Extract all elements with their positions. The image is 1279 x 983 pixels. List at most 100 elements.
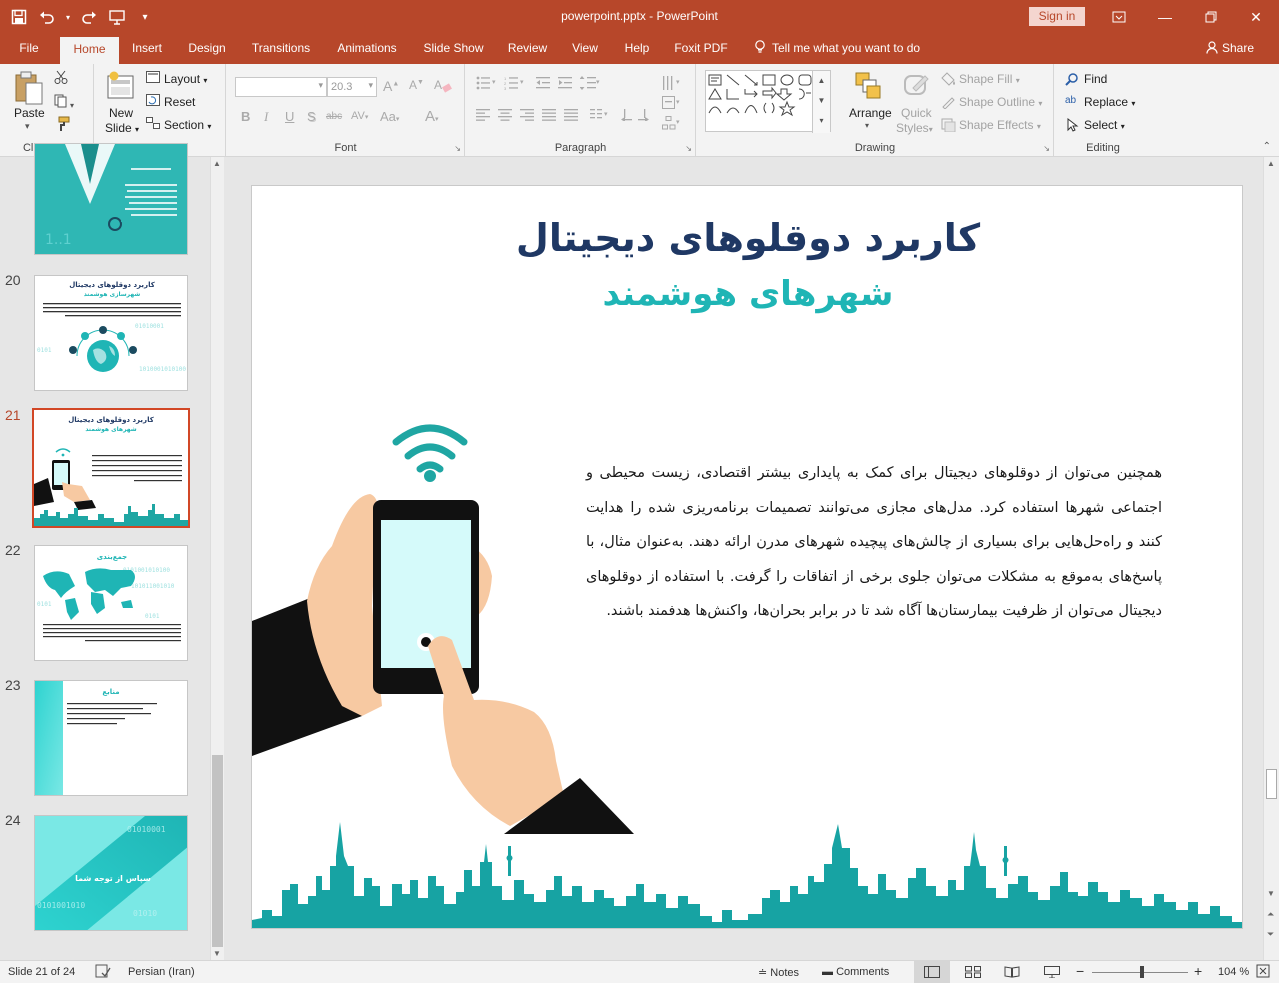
scroll-down-icon[interactable]: ▼	[213, 949, 221, 958]
slide-show-icon[interactable]	[1044, 966, 1060, 981]
thumbnails-scrollbar-thumb[interactable]	[212, 755, 223, 947]
increase-font-size-icon[interactable]: A▲	[383, 78, 399, 94]
arrange-button[interactable]: Arrange	[849, 106, 892, 120]
paste-button[interactable]: Paste	[14, 106, 45, 120]
text-shadow-icon[interactable]: S	[307, 109, 316, 124]
previous-slide-icon[interactable]: ⏶	[1267, 909, 1274, 920]
tab-slide-show[interactable]: Slide Show	[416, 34, 491, 64]
thumbnail-slide-22[interactable]: جمع‌بندی 0101001010100 101011001010 0101 01…	[34, 545, 188, 661]
distributed-icon[interactable]	[564, 109, 578, 124]
rtl-icon[interactable]	[618, 109, 632, 124]
align-center-icon[interactable]	[498, 109, 512, 124]
tab-review[interactable]: Review	[500, 34, 555, 64]
reset-button[interactable]: Reset	[164, 95, 195, 109]
replace-button[interactable]: Replace ▾	[1084, 95, 1135, 109]
italic-icon[interactable]: I	[264, 109, 268, 125]
tab-animations[interactable]: Animations	[328, 34, 406, 64]
strikethrough-icon[interactable]: abc	[326, 111, 342, 122]
tab-design[interactable]: Design	[182, 34, 232, 64]
shape-fill-button[interactable]: Shape Fill ▾	[959, 72, 1020, 86]
tell-me-search[interactable]: Tell me what you want to do	[754, 34, 920, 64]
find-icon[interactable]	[1065, 72, 1079, 89]
slide-scrollbar[interactable]: ▲ ▼ ⏶ ⏷	[1263, 157, 1279, 960]
scroll-up-icon[interactable]: ▲	[213, 159, 221, 168]
tab-foxit-pdf[interactable]: Foxit PDF	[668, 34, 734, 64]
section-icon[interactable]	[146, 117, 160, 132]
thumbnail-slide-23[interactable]: منابع	[34, 680, 188, 796]
align-right-icon[interactable]	[520, 109, 534, 124]
font-name-combobox[interactable]: ▾	[235, 77, 327, 97]
numbering-icon[interactable]: 1 2 3 ▾	[504, 76, 526, 93]
justify-icon[interactable]	[542, 109, 556, 124]
tab-help[interactable]: Help	[616, 34, 658, 64]
slide-subtitle[interactable]: شهرهای هوشمند	[252, 274, 1242, 314]
zoom-in-icon[interactable]: +	[1194, 963, 1202, 979]
thumbnail-slide-19[interactable]: 1..1	[34, 143, 188, 255]
shape-outline-button[interactable]: Shape Outline ▾	[959, 95, 1042, 109]
tab-file[interactable]: File	[8, 34, 50, 64]
notes-button[interactable]: ≐ Notes	[758, 966, 799, 979]
tab-home[interactable]: Home	[60, 37, 119, 64]
line-spacing-icon[interactable]: ▾	[579, 76, 602, 93]
font-color-icon[interactable]: A▾	[425, 108, 439, 125]
thumbnails-scrollbar[interactable]: ▲ ▼	[210, 157, 224, 960]
decrease-indent-icon[interactable]	[536, 76, 550, 93]
font-size-combobox[interactable]: 20.3 ▾	[327, 77, 377, 97]
zoom-slider-thumb[interactable]	[1140, 966, 1144, 978]
minimize-icon[interactable]: —	[1142, 0, 1188, 34]
change-case-icon[interactable]: Aa▾	[380, 109, 399, 124]
font-dialog-launcher-icon[interactable]: ↘	[454, 144, 461, 153]
paragraph-dialog-launcher-icon[interactable]: ↘	[685, 144, 692, 153]
scroll-down-icon[interactable]: ▼	[1267, 889, 1275, 898]
shape-outline-icon[interactable]	[941, 95, 957, 112]
tab-insert[interactable]: Insert	[123, 34, 171, 64]
sign-in-button[interactable]: Sign in	[1029, 7, 1085, 26]
text-direction-icon[interactable]: ▾	[662, 76, 684, 93]
drawing-dialog-launcher-icon[interactable]: ↘	[1043, 144, 1050, 153]
quick-styles-button[interactable]: Quick	[901, 106, 932, 120]
comments-button[interactable]: ▬ Comments	[822, 966, 889, 978]
slide-title[interactable]: کاربرد دوقلوهای دیجیتال	[252, 216, 1242, 260]
tab-view[interactable]: View	[564, 34, 606, 64]
collapse-ribbon-icon[interactable]: ⌃	[1263, 141, 1271, 152]
ltr-icon[interactable]	[638, 109, 652, 124]
slide-scrollbar-thumb[interactable]	[1266, 769, 1277, 799]
reset-icon[interactable]	[146, 94, 160, 109]
spell-check-icon[interactable]	[95, 964, 111, 981]
paste-icon[interactable]	[14, 70, 44, 109]
thumbnail-slide-24[interactable]: 01010001 0101001010 01010 سپاس از توجه شما	[34, 815, 188, 931]
arrange-dropdown-icon[interactable]: ▾	[865, 121, 869, 130]
reading-view-icon[interactable]	[1004, 966, 1020, 981]
language-indicator[interactable]: Persian (Iran)	[128, 966, 195, 978]
slide-canvas[interactable]: کاربرد دوقلوهای دیجیتال شهرهای هوشمند هم…	[251, 185, 1243, 929]
copy-icon[interactable]: ▾	[54, 94, 74, 111]
quick-styles-icon[interactable]	[903, 72, 931, 103]
section-button[interactable]: Section ▾	[164, 118, 211, 132]
restore-icon[interactable]	[1188, 0, 1234, 34]
new-slide-icon[interactable]	[107, 71, 135, 104]
ribbon-display-options-icon[interactable]	[1096, 0, 1142, 34]
layout-button[interactable]: Layout ▾	[164, 72, 207, 86]
quick-styles-button-line2[interactable]: Styles▾	[896, 121, 933, 135]
shapes-gallery-scroll[interactable]: ▲ ▼ ▾	[812, 71, 830, 133]
next-slide-icon[interactable]: ⏷	[1267, 929, 1274, 940]
convert-to-smartart-icon[interactable]: ▾	[662, 116, 684, 133]
shape-effects-button[interactable]: Shape Effects ▾	[959, 118, 1041, 132]
clear-formatting-icon[interactable]: A	[434, 77, 452, 96]
close-icon[interactable]: ✕	[1233, 0, 1279, 34]
find-button[interactable]: Find	[1084, 72, 1107, 86]
slide-body-text[interactable]: همچنین می‌توان از دوقلوهای دیجیتال برای …	[586, 456, 1162, 629]
zoom-level[interactable]: 104 %	[1218, 966, 1249, 978]
bullets-icon[interactable]: ▾	[476, 76, 498, 93]
fit-to-window-icon[interactable]	[1256, 964, 1270, 981]
tab-transitions[interactable]: Transitions	[243, 34, 319, 64]
zoom-out-icon[interactable]: −	[1076, 963, 1084, 979]
paste-dropdown-icon[interactable]: ▾	[25, 121, 30, 132]
bold-icon[interactable]: B	[241, 109, 250, 124]
normal-view-button[interactable]	[914, 961, 950, 983]
new-slide-button-line2[interactable]: Slide ▾	[105, 121, 139, 135]
slide-sorter-icon[interactable]	[965, 966, 981, 981]
underline-icon[interactable]: U	[285, 109, 294, 124]
thumbnail-slide-21[interactable]: کاربرد دوقلوهای دیجیتال شهرهای هوشمند	[32, 408, 190, 528]
character-spacing-icon[interactable]: AV▾	[351, 110, 368, 122]
